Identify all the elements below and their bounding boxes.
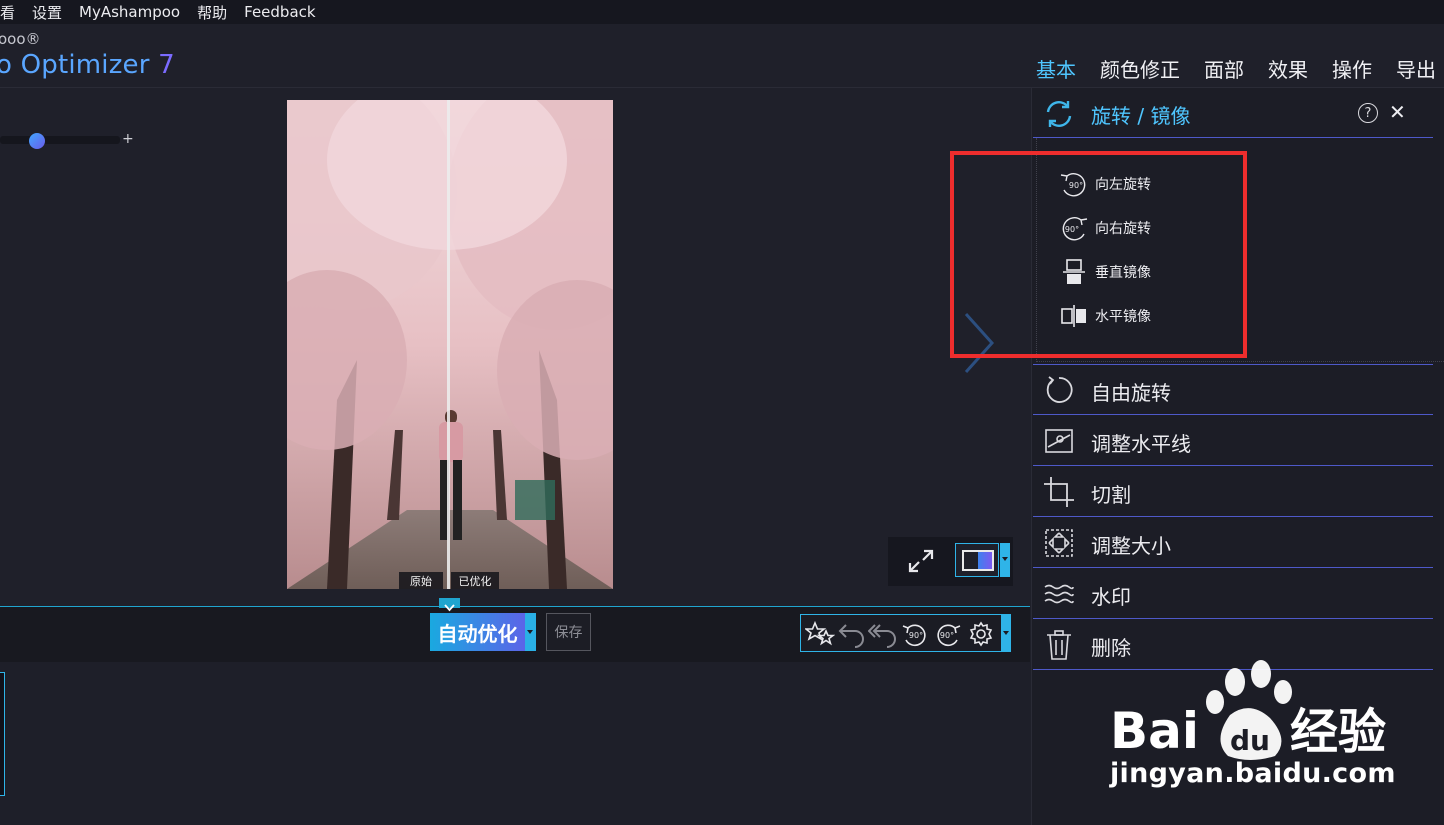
svg-text:经验: 经验 (1290, 704, 1386, 760)
highlight-box (950, 151, 1247, 358)
crop-icon (1044, 477, 1074, 507)
zoom-in-button[interactable]: + (122, 131, 134, 147)
photo-preview[interactable]: 原始 已优化 (287, 100, 613, 589)
zoom-slider-knob[interactable] (29, 133, 45, 149)
stars-icon[interactable] (805, 620, 835, 648)
menu-bar: 看 设置 MyAshampoo 帮助 Feedback (0, 0, 1444, 24)
free-rotate-item[interactable]: 自由旋转 (1033, 365, 1433, 415)
split-view-icon (962, 550, 994, 571)
fullscreen-icon[interactable] (904, 545, 938, 577)
collapse-filmstrip-button[interactable] (439, 598, 460, 612)
free-rotate-label: 自由旋转 (1091, 381, 1171, 405)
help-icon[interactable]: ? (1358, 103, 1378, 123)
auto-optimize-dropdown[interactable] (525, 613, 536, 651)
gear-icon[interactable] (966, 620, 996, 648)
main-tabs: 基本 颜色修正 面部 效果 操作 导出 (1036, 54, 1444, 94)
panel-divider (1033, 516, 1433, 517)
zoom-slider-track[interactable] (0, 136, 120, 144)
rotate-mirror-header[interactable]: 旋转 / 镜像 ? ✕ (1033, 92, 1433, 136)
panel-divider (1033, 567, 1433, 568)
menu-view[interactable]: 看 (0, 2, 15, 23)
app-version: 7 (158, 50, 175, 80)
chevron-down-icon (1003, 631, 1009, 635)
rotate-right-90-icon[interactable]: 90° (933, 620, 963, 648)
horizon-icon (1045, 429, 1073, 453)
original-label: 原始 (399, 572, 443, 589)
app-title: o Optimizer 7 (0, 50, 175, 80)
filmstrip (0, 662, 1030, 825)
app-title-text: o Optimizer (0, 50, 150, 80)
rotate-icon (1046, 101, 1072, 127)
resize-icon (1045, 529, 1073, 557)
quick-tools: 90° 90° (800, 614, 1002, 652)
menu-feedback[interactable]: Feedback (244, 3, 315, 21)
panel-divider (1033, 414, 1433, 415)
filmstrip-thumbnail[interactable] (0, 672, 5, 796)
svg-text:90°: 90° (909, 631, 923, 640)
horizon-label: 调整水平线 (1091, 432, 1191, 456)
brand-company: ooo® (0, 30, 41, 48)
toolbar-divider (0, 606, 1030, 607)
menu-settings[interactable]: 设置 (32, 2, 62, 23)
chevron-down-icon (1002, 557, 1008, 561)
trash-icon (1047, 630, 1071, 660)
svg-text:du: du (1230, 724, 1270, 757)
photo-image (287, 100, 613, 589)
panel-divider (1033, 618, 1433, 619)
optimized-label: 已优化 (451, 572, 499, 589)
svg-text:Bai: Bai (1110, 702, 1199, 760)
undo-icon[interactable] (837, 620, 867, 648)
baidu-watermark-url: jingyan.baidu.com (1110, 758, 1396, 789)
compare-view-dropdown[interactable] (1000, 543, 1010, 577)
compare-view-button[interactable] (955, 543, 999, 577)
tab-color-correction[interactable]: 颜色修正 (1100, 54, 1180, 88)
menu-myashampoo[interactable]: MyAshampoo (79, 3, 180, 21)
menu-help[interactable]: 帮助 (197, 2, 227, 23)
tab-effects[interactable]: 效果 (1268, 54, 1308, 88)
tab-operations[interactable]: 操作 (1332, 54, 1372, 88)
auto-optimize-button[interactable]: 自动优化 (430, 613, 525, 651)
save-button[interactable]: 保存 (546, 613, 591, 651)
watermark-icon (1044, 584, 1074, 604)
view-controls (888, 537, 1013, 586)
panel-divider (1033, 465, 1433, 466)
undo-all-icon[interactable] (868, 620, 898, 648)
compare-split-line[interactable] (447, 100, 450, 589)
close-icon[interactable]: ✕ (1389, 100, 1406, 124)
panel-title: 旋转 / 镜像 (1091, 104, 1191, 128)
chevron-down-icon (527, 630, 533, 634)
chevron-down-icon (444, 604, 455, 612)
rotate-left-90-icon[interactable]: 90° (900, 620, 930, 648)
horizon-item[interactable]: 调整水平线 (1033, 416, 1433, 466)
svg-text:90°: 90° (940, 631, 954, 640)
watermark-label: 水印 (1091, 585, 1131, 609)
quick-tools-dropdown[interactable] (1001, 614, 1011, 652)
tab-basic[interactable]: 基本 (1036, 54, 1076, 94)
crop-item[interactable]: 切割 (1033, 467, 1433, 517)
tab-face[interactable]: 面部 (1204, 54, 1244, 88)
free-rotate-icon (1046, 376, 1073, 403)
tab-export[interactable]: 导出 (1396, 54, 1436, 88)
delete-label: 删除 (1091, 636, 1131, 660)
crop-label: 切割 (1091, 483, 1131, 507)
resize-item[interactable]: 调整大小 (1033, 518, 1433, 568)
watermark-item[interactable]: 水印 (1033, 569, 1433, 619)
resize-label: 调整大小 (1091, 534, 1171, 558)
